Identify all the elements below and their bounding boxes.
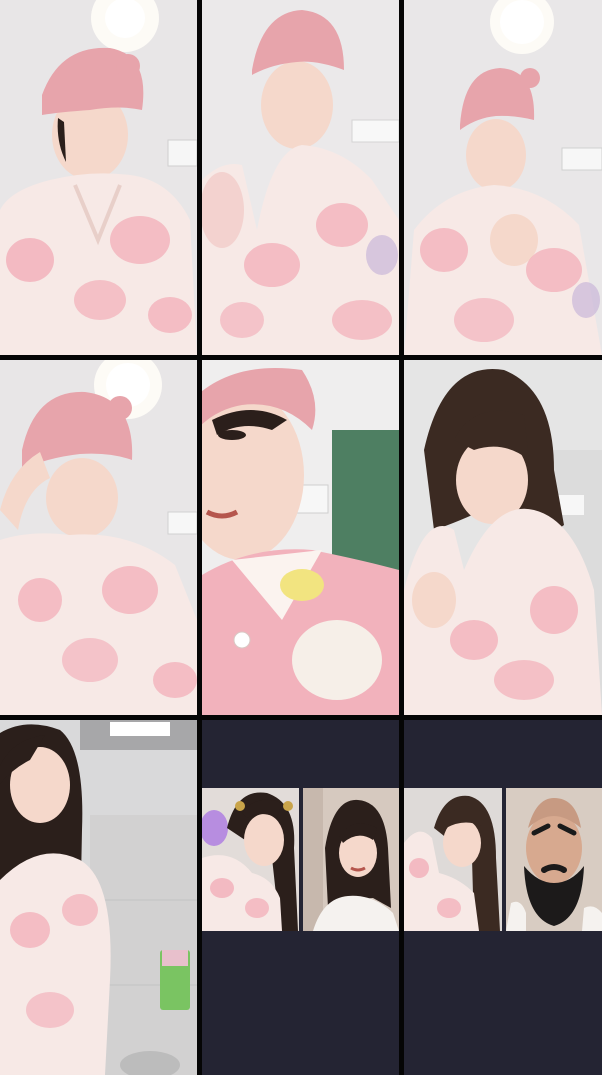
- video-frame-8b: [303, 788, 399, 931]
- split-call-left-9[interactable]: [404, 788, 502, 931]
- video-frame-8a: [202, 788, 299, 931]
- video-frame-5: [202, 360, 399, 715]
- video-tile-7[interactable]: [0, 720, 197, 1075]
- video-tile-5[interactable]: [202, 360, 399, 715]
- video-frame-6: [404, 360, 602, 715]
- video-tile-2[interactable]: [202, 0, 399, 355]
- video-frame-1: [0, 0, 197, 355]
- video-grid: [0, 0, 602, 1075]
- split-call-right-8[interactable]: [303, 788, 399, 931]
- video-frame-9a: [404, 788, 502, 931]
- video-tile-4[interactable]: [0, 360, 197, 715]
- video-tile-9[interactable]: [404, 720, 602, 1075]
- video-frame-7: [0, 720, 197, 1075]
- video-tile-1[interactable]: [0, 0, 197, 355]
- video-frame-9b: [506, 788, 602, 931]
- split-call-left-8[interactable]: [202, 788, 299, 931]
- video-tile-6[interactable]: [404, 360, 602, 715]
- video-frame-3: [404, 0, 602, 355]
- video-frame-2: [202, 0, 399, 355]
- video-tile-3[interactable]: [404, 0, 602, 355]
- video-frame-4: [0, 360, 197, 715]
- split-call-right-9[interactable]: [506, 788, 602, 931]
- video-tile-8[interactable]: [202, 720, 399, 1075]
